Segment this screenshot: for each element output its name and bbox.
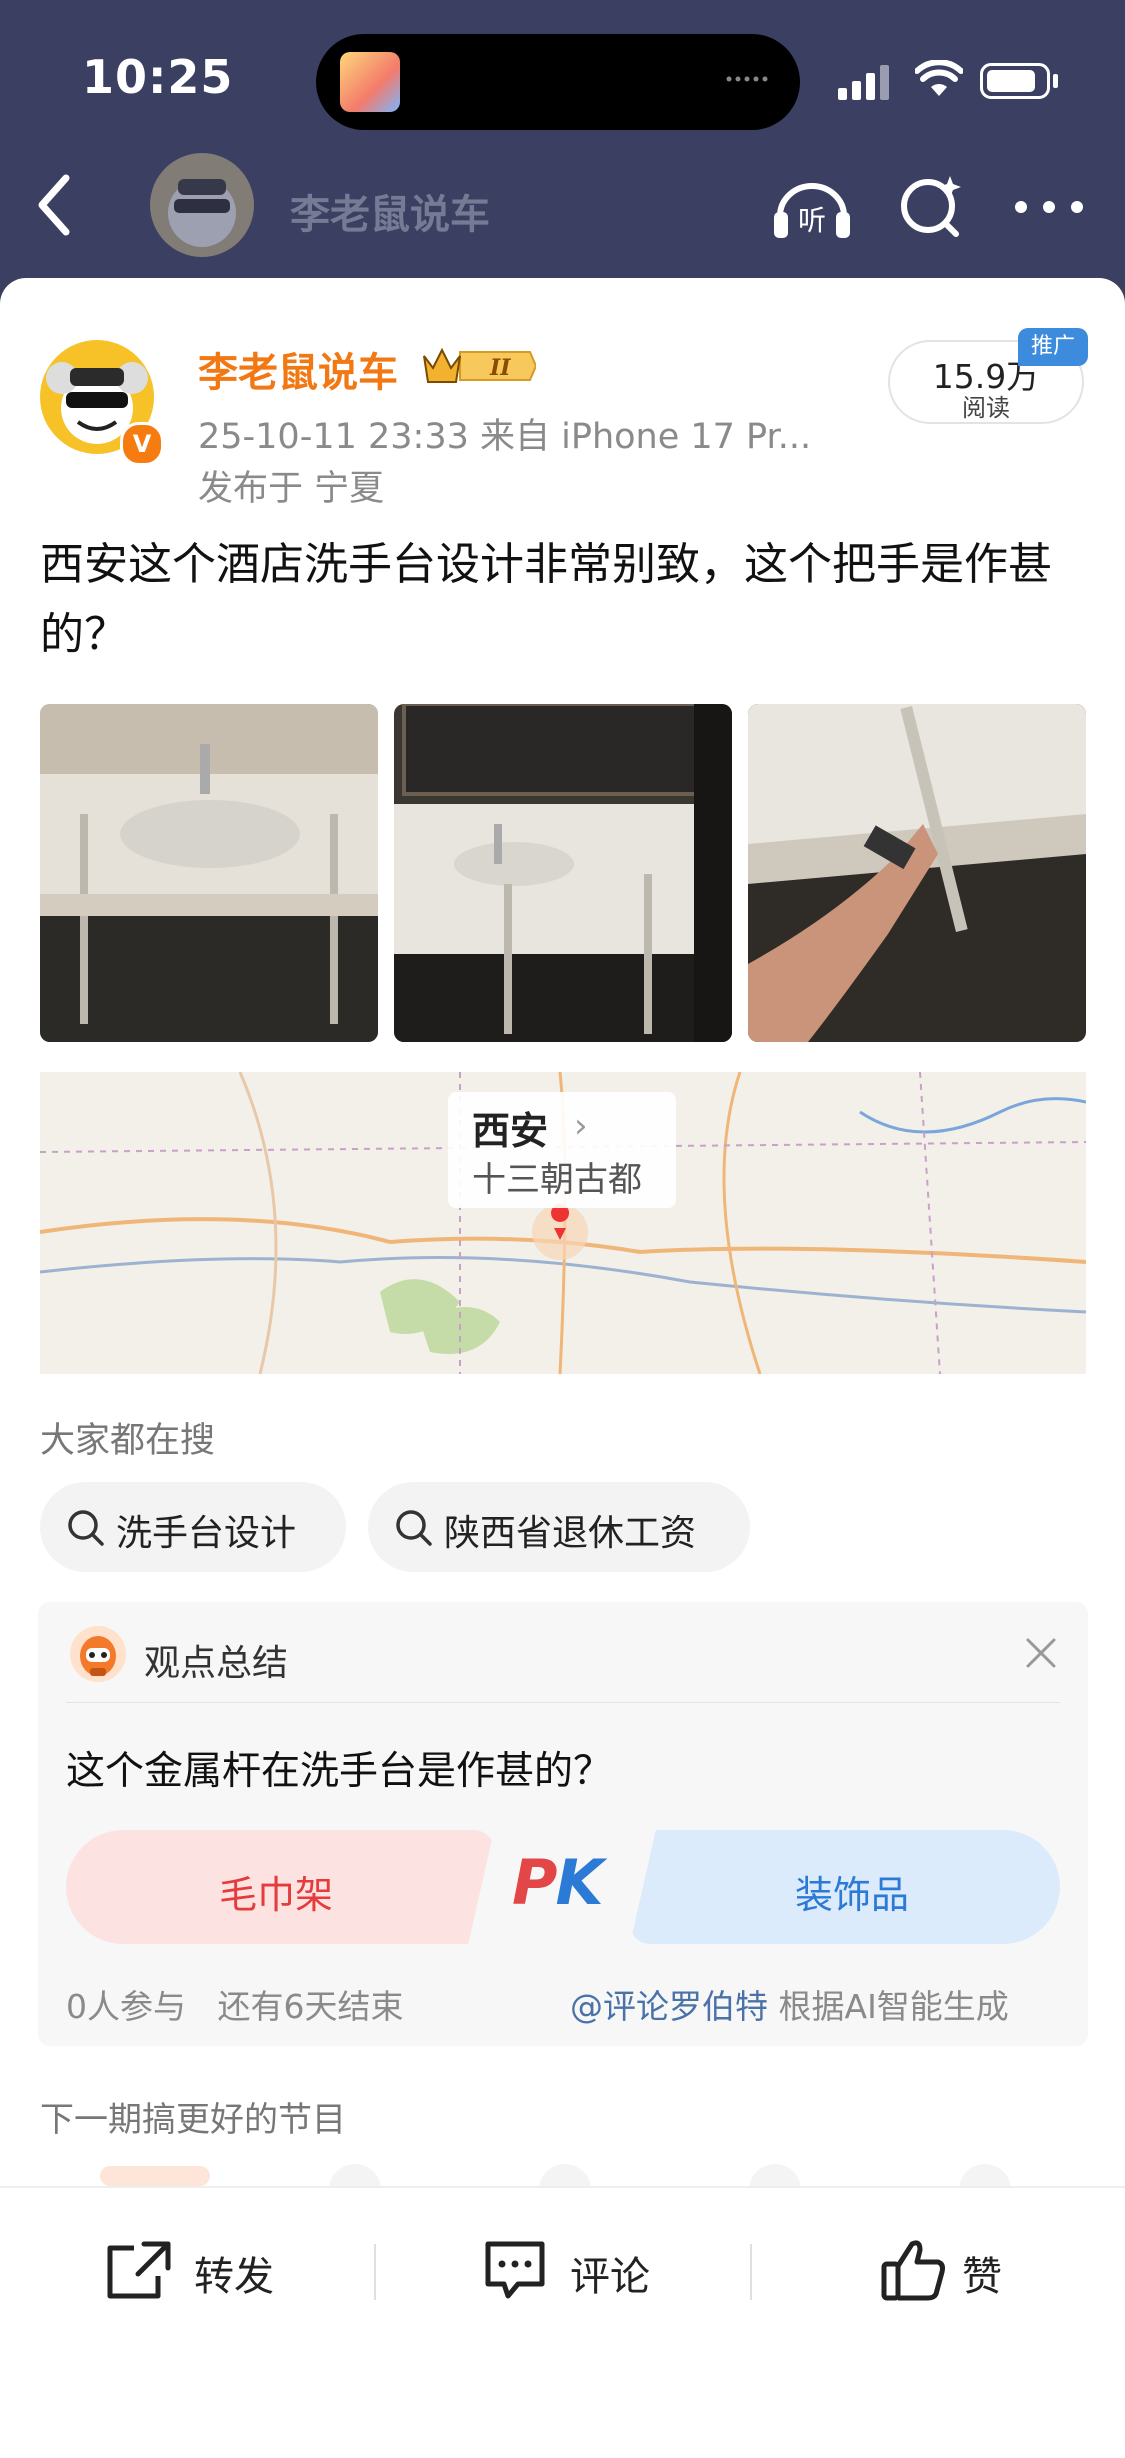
search-chip-label: 陕西省退休工资 (444, 1513, 697, 1554)
poll-stats: 0人参与 还有6天结束 (66, 1980, 403, 2028)
summary-title: 观点总结 (144, 1643, 289, 1684)
reads-label: 阅读 (962, 394, 1010, 422)
cellular-signal-icon (838, 65, 889, 100)
svg-text:II: II (489, 355, 511, 381)
post-location: 发布于 宁夏 (198, 469, 385, 509)
action-divider (374, 2244, 376, 2300)
next-section-label: 下一期搞更好的节目 (40, 2100, 346, 2140)
promo-tag[interactable]: 推广 (1018, 328, 1088, 366)
poll-option-left[interactable]: 毛巾架 (66, 1830, 494, 1944)
share-button[interactable]: 转发 (104, 2236, 304, 2306)
ai-robot-icon (70, 1626, 126, 1682)
header-avatar[interactable] (150, 153, 254, 257)
next-section-avatars (100, 2164, 1011, 2186)
battery-icon (980, 63, 1050, 99)
search-icon (396, 1510, 432, 1546)
post-image-3[interactable] (748, 704, 1086, 1042)
status-time: 10:25 (82, 50, 234, 104)
post-image-1[interactable] (40, 704, 378, 1042)
close-icon[interactable] (1024, 1636, 1058, 1670)
comment-label: 评论 (570, 2254, 650, 2300)
poll-option-right-label: 装饰品 (794, 1873, 909, 1917)
chevron-right-icon: › (574, 1106, 588, 1146)
like-button[interactable]: 赞 (880, 2236, 1040, 2306)
search-chip-label: 洗手台设计 (116, 1513, 297, 1554)
search-chip-1[interactable]: 洗手台设计 (40, 1482, 346, 1572)
poll-participants: 0人参与 (66, 1987, 186, 2026)
svg-text:听: 听 (798, 204, 826, 237)
poll-remaining-time: 还有6天结束 (217, 1987, 404, 2026)
map-city-title: 西安 (472, 1109, 549, 1153)
comment-icon (485, 2241, 545, 2299)
author-name[interactable]: 李老鼠说车 (198, 340, 398, 398)
member-crown-badge-icon[interactable]: II (420, 344, 536, 388)
island-activity-icon (726, 76, 768, 82)
island-app-icon (340, 52, 400, 112)
mention-link[interactable]: @评论罗伯特 (570, 1987, 768, 2026)
trending-search-heading: 大家都在搜 (40, 1421, 216, 1461)
share-label: 转发 (194, 2254, 274, 2300)
header-account-name[interactable]: 李老鼠说车 (290, 182, 490, 240)
post-timestamp-source: 25-10-11 23:33 来自 iPhone 17 Pr... (198, 417, 812, 457)
summary-divider (66, 1702, 1060, 1703)
post-text: 西安这个酒店洗手台设计非常别致，这个把手是作甚的？ (40, 539, 1052, 660)
back-arrow-icon[interactable] (34, 170, 74, 240)
action-divider (750, 2244, 752, 2300)
listen-headphones-icon[interactable]: 听 (770, 172, 854, 242)
wifi-icon (915, 60, 963, 96)
search-icon[interactable] (898, 170, 964, 240)
pk-versus-badge: PK (512, 1846, 604, 1919)
thumbs-up-icon (881, 2240, 945, 2301)
search-icon (68, 1510, 104, 1546)
share-icon (107, 2241, 171, 2299)
pk-letter-k: K (555, 1846, 603, 1919)
post-image-2[interactable] (394, 704, 732, 1042)
poll-question: 这个金属杆在洗手台是作甚的？ (66, 1749, 613, 1794)
search-chip-2[interactable]: 陕西省退休工资 (368, 1482, 750, 1572)
ai-generated-note: 根据AI智能生成 (778, 1987, 1009, 2026)
like-label: 赞 (962, 2254, 1002, 2300)
pk-letter-p: P (512, 1846, 557, 1919)
poll-option-right[interactable]: 装饰品 (630, 1830, 1060, 1944)
verified-badge-icon: V (120, 422, 164, 466)
bottom-action-bar (0, 2186, 1125, 2438)
comment-button[interactable]: 评论 (482, 2236, 682, 2306)
map-city-subtitle: 十三朝古都 (472, 1160, 642, 1200)
poll-option-left-label: 毛巾架 (218, 1873, 333, 1917)
battery-cap (1053, 74, 1058, 88)
more-options-icon[interactable] (1014, 200, 1084, 214)
poll-source: @评论罗伯特 根据AI智能生成 (570, 1980, 1009, 2028)
